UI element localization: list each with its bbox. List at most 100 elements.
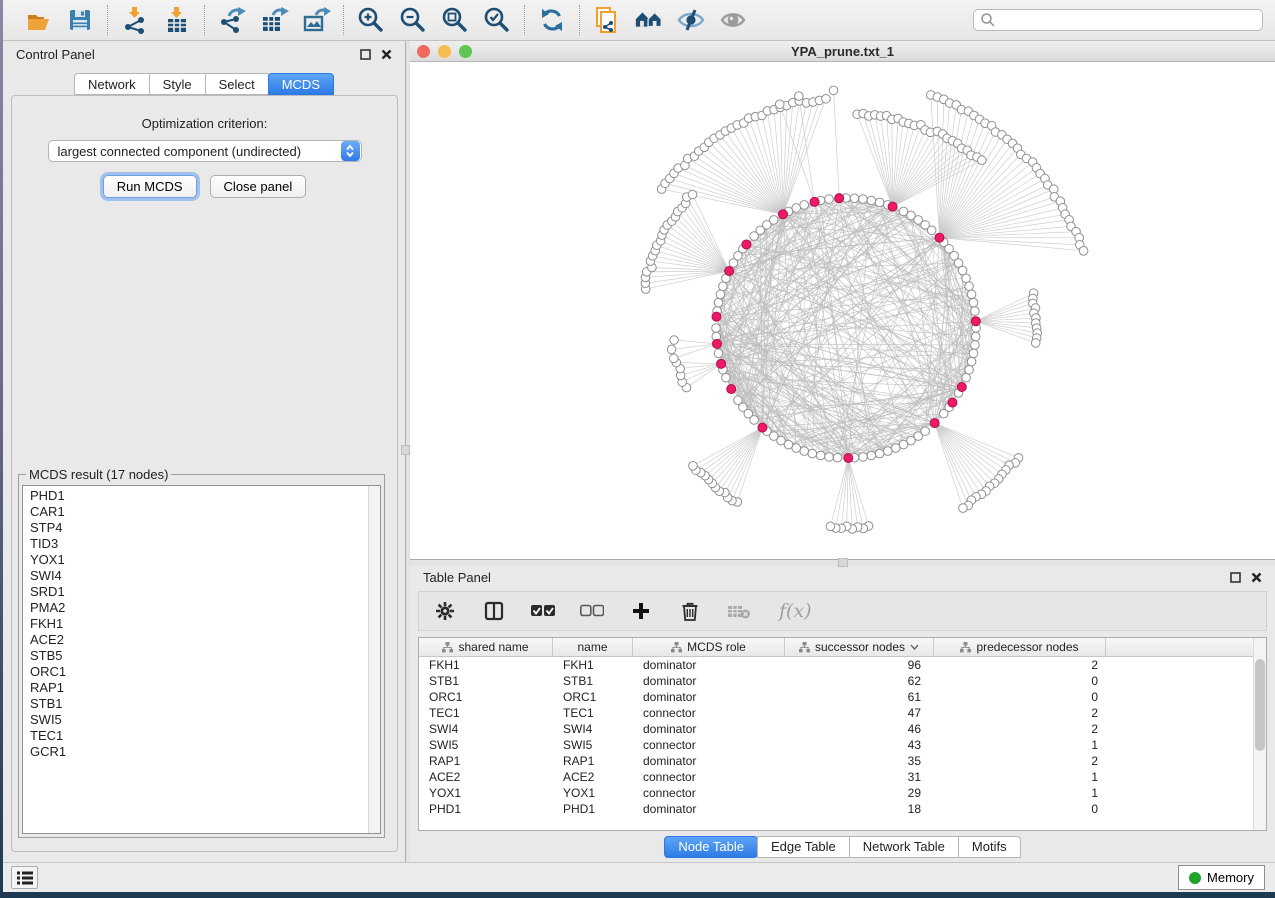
table-row[interactable]: STB1STB1dominator620 (419, 673, 1266, 689)
network-node[interactable] (875, 198, 884, 207)
close-panel-button[interactable]: Close panel (210, 175, 307, 198)
result-node-item[interactable]: TEC1 (30, 728, 380, 744)
column-header-MCDS-role[interactable]: MCDS role (633, 638, 785, 656)
table-scrollbar[interactable] (1253, 638, 1266, 830)
network-node[interactable] (875, 449, 884, 458)
mcds-hub-node[interactable] (835, 194, 844, 203)
result-node-item[interactable]: SRD1 (30, 584, 380, 600)
mcds-hub-node[interactable] (717, 359, 726, 368)
network-node[interactable] (667, 345, 676, 354)
cell-shared-name[interactable]: ORC1 (419, 690, 553, 704)
table-row[interactable]: ACE2ACE2connector311 (419, 769, 1266, 785)
column-header-name[interactable]: name (553, 638, 633, 656)
mcds-hub-node[interactable] (957, 383, 966, 392)
cell-shared-name[interactable]: PHD1 (419, 802, 553, 816)
cell-predecessor-nodes[interactable]: 0 (934, 802, 1106, 816)
cell-MCDS-role[interactable]: connector (633, 770, 785, 784)
cell-successor-nodes[interactable]: 96 (785, 658, 934, 672)
cell-shared-name[interactable]: SWI5 (419, 738, 553, 752)
cell-name[interactable]: FKH1 (553, 658, 633, 672)
network-node[interactable] (867, 451, 876, 460)
network-node[interactable] (714, 349, 723, 358)
network-node[interactable] (734, 396, 743, 405)
tab-style[interactable]: Style (149, 73, 206, 95)
network-node[interactable] (1079, 247, 1088, 256)
result-node-item[interactable]: STP4 (30, 520, 380, 536)
splitter-grip[interactable] (401, 445, 410, 455)
result-node-item[interactable]: SWI4 (30, 568, 380, 584)
tab-network-table[interactable]: Network Table (849, 836, 959, 858)
tab-edge-table[interactable]: Edge Table (757, 836, 850, 858)
optimization-criterion-select[interactable]: largest connected component (undirected) (48, 140, 362, 162)
table-row[interactable]: SWI5SWI5connector431 (419, 737, 1266, 753)
network-node[interactable] (775, 100, 784, 109)
delete-column-button[interactable] (678, 599, 702, 623)
import-table-button[interactable] (162, 5, 192, 35)
cell-predecessor-nodes[interactable]: 2 (934, 722, 1106, 736)
cell-predecessor-nodes[interactable]: 2 (934, 754, 1106, 768)
network-node[interactable] (969, 298, 978, 307)
cell-MCDS-role[interactable]: dominator (633, 802, 785, 816)
close-window-icon[interactable] (417, 45, 430, 58)
network-node[interactable] (716, 290, 725, 299)
result-node-item[interactable]: RAP1 (30, 680, 380, 696)
table-row[interactable]: SWI4SWI4dominator462 (419, 721, 1266, 737)
cell-MCDS-role[interactable]: connector (633, 706, 785, 720)
column-header-predecessor-nodes[interactable]: predecessor nodes (934, 638, 1106, 656)
network-node[interactable] (825, 195, 834, 204)
cell-successor-nodes[interactable]: 29 (785, 786, 934, 800)
cell-MCDS-role[interactable]: dominator (633, 690, 785, 704)
cell-name[interactable]: ACE2 (553, 770, 633, 784)
zoom-fit-button[interactable] (440, 5, 470, 35)
network-node[interactable] (965, 365, 974, 374)
network-node[interactable] (816, 451, 825, 460)
cell-name[interactable]: TEC1 (553, 706, 633, 720)
close-panel-icon[interactable] (381, 49, 392, 60)
result-node-item[interactable]: ACE2 (30, 632, 380, 648)
hide-selected-button[interactable] (676, 5, 706, 35)
cell-name[interactable]: ORC1 (553, 690, 633, 704)
refresh-button[interactable] (537, 5, 567, 35)
cell-predecessor-nodes[interactable]: 2 (934, 658, 1106, 672)
zoom-in-button[interactable] (356, 5, 386, 35)
tab-mcds[interactable]: MCDS (268, 73, 334, 95)
cell-successor-nodes[interactable]: 46 (785, 722, 934, 736)
mcds-hub-node[interactable] (971, 317, 980, 326)
network-node[interactable] (826, 522, 835, 531)
tab-node-table[interactable]: Node Table (664, 836, 758, 858)
cell-shared-name[interactable]: YOX1 (419, 786, 553, 800)
mcds-hub-node[interactable] (930, 419, 939, 428)
result-list-scrollbar[interactable] (368, 486, 380, 833)
table-row[interactable]: YOX1YOX1connector291 (419, 785, 1266, 801)
cell-predecessor-nodes[interactable]: 1 (934, 770, 1106, 784)
network-node[interactable] (1031, 339, 1040, 348)
network-node[interactable] (969, 349, 978, 358)
mcds-hub-node[interactable] (758, 423, 767, 432)
result-node-item[interactable]: YOX1 (30, 552, 380, 568)
houses-button[interactable] (634, 5, 664, 35)
cell-MCDS-role[interactable]: dominator (633, 722, 785, 736)
run-mcds-button[interactable]: Run MCDS (103, 175, 197, 198)
mcds-hub-node[interactable] (712, 339, 721, 348)
result-node-item[interactable]: ORC1 (30, 664, 380, 680)
mcds-hub-node[interactable] (725, 267, 734, 276)
mcds-hub-node[interactable] (948, 398, 957, 407)
cell-shared-name[interactable]: TEC1 (419, 706, 553, 720)
result-node-item[interactable]: STB1 (30, 696, 380, 712)
network-node[interactable] (883, 447, 892, 456)
network-node[interactable] (714, 298, 723, 307)
table-row[interactable]: TEC1TEC1connector472 (419, 705, 1266, 721)
cell-successor-nodes[interactable]: 43 (785, 738, 934, 752)
cell-name[interactable]: PHD1 (553, 802, 633, 816)
float-panel-icon[interactable] (360, 49, 371, 60)
mcds-hub-node[interactable] (712, 312, 721, 321)
network-node[interactable] (822, 94, 831, 103)
network-node[interactable] (967, 357, 976, 366)
cell-successor-nodes[interactable]: 18 (785, 802, 934, 816)
scrollbar-thumb[interactable] (1255, 659, 1265, 751)
result-node-item[interactable]: SWI5 (30, 712, 380, 728)
result-node-item[interactable]: CAR1 (30, 504, 380, 520)
close-panel-icon[interactable] (1251, 572, 1262, 583)
mcds-hub-node[interactable] (778, 210, 787, 219)
cell-successor-nodes[interactable]: 35 (785, 754, 934, 768)
